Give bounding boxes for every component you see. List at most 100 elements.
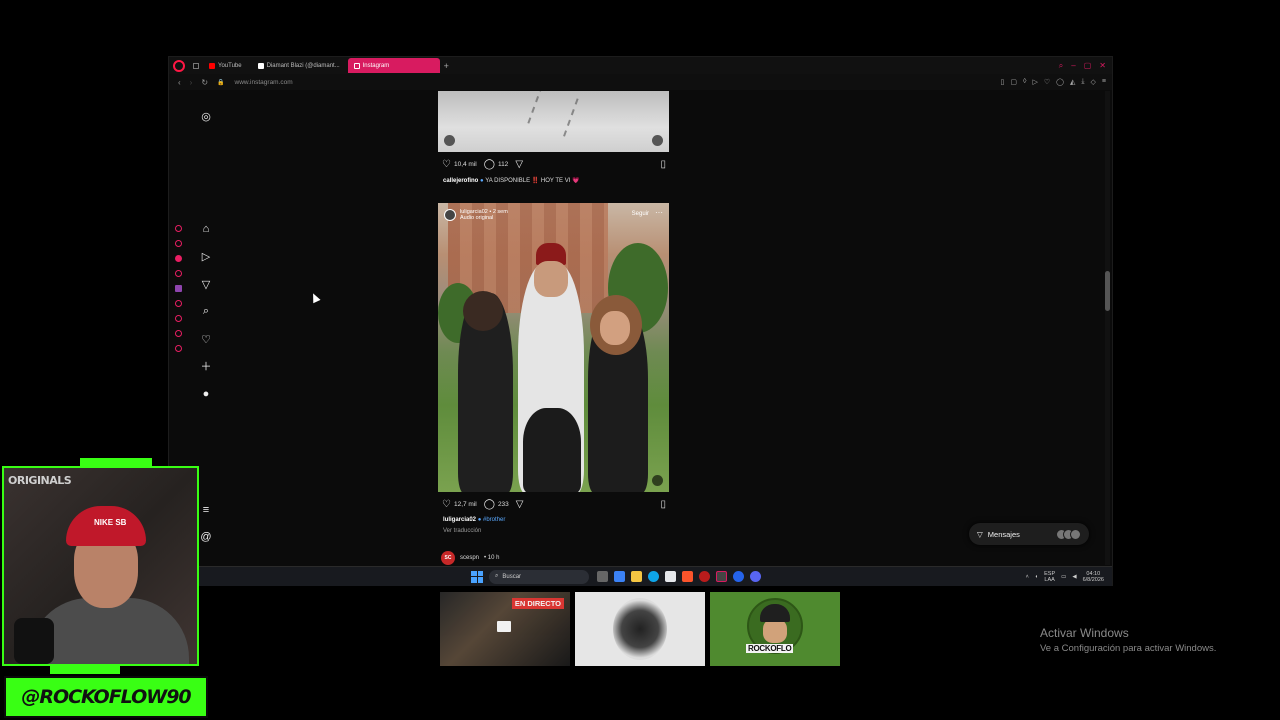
post-username[interactable]: callejerofino xyxy=(443,178,478,184)
more-options-icon[interactable]: ··· xyxy=(655,208,663,217)
forward-icon[interactable]: › xyxy=(190,78,193,87)
wallet-icon[interactable]: ◭ xyxy=(1070,78,1075,86)
post-actions: ♡ 12,7 mil ◯ 233 ▽ ▯ xyxy=(442,498,666,510)
opera-icon[interactable] xyxy=(699,571,710,582)
shield-icon[interactable]: ◊ xyxy=(1023,78,1026,86)
url-field[interactable]: www.instagram.com xyxy=(235,79,293,86)
sidebar-instagram-icon[interactable] xyxy=(174,270,182,277)
avatar[interactable]: SC xyxy=(441,551,455,565)
tab-youtube[interactable]: YouTube xyxy=(203,58,248,73)
follow-button[interactable]: Seguir xyxy=(632,211,649,217)
opera-sidebar xyxy=(171,225,185,352)
sidebar-history-icon[interactable] xyxy=(174,300,182,307)
menu-icon[interactable]: ≡ xyxy=(1102,78,1106,86)
instagram-logo-icon[interactable]: ◎ xyxy=(199,109,213,123)
live-card[interactable]: EN DIRECTO xyxy=(440,592,570,666)
maximize-button[interactable]: ▢ xyxy=(1084,61,1092,71)
reel-audio[interactable]: Audio original xyxy=(460,215,508,221)
heart-icon[interactable]: ♡ xyxy=(1044,78,1050,86)
hashtag-link[interactable]: #brother xyxy=(483,517,505,523)
start-button[interactable] xyxy=(471,570,483,583)
tab-tiktok[interactable]: Diamant Blazi (@diamant... xyxy=(252,58,344,73)
brand-card[interactable]: ROCKOFLO xyxy=(710,592,840,666)
share-icon[interactable]: ▽ xyxy=(515,159,523,170)
discord-icon[interactable] xyxy=(750,571,761,582)
chat-icon[interactable]: ◯ xyxy=(1056,78,1064,86)
back-icon[interactable]: ‹ xyxy=(178,78,181,87)
screen-icon xyxy=(497,621,511,632)
widgets-icon[interactable] xyxy=(614,571,625,582)
opera-logo-icon[interactable] xyxy=(173,59,185,72)
sidebar-whatsapp-icon[interactable] xyxy=(174,255,182,262)
search-icon[interactable]: ⌕ xyxy=(199,304,213,318)
comment-count: 112 xyxy=(497,160,509,168)
messages-button[interactable]: ▽ Mensajes xyxy=(969,523,1089,545)
activate-windows-watermark: Activar Windows Ve a Configuración para … xyxy=(1040,626,1216,654)
sidebar-extensions-icon[interactable] xyxy=(174,330,182,337)
sidebar-twitch-icon[interactable] xyxy=(174,285,182,292)
youtube-icon xyxy=(209,62,215,69)
tiktok-icon xyxy=(257,62,264,69)
mute-icon[interactable] xyxy=(652,135,663,146)
logo-card[interactable] xyxy=(575,592,705,666)
notifications-heart-icon[interactable]: ♡ xyxy=(199,332,213,346)
language-indicator[interactable]: ESP LAA xyxy=(1044,571,1055,583)
sidebar-messenger-icon[interactable] xyxy=(174,240,182,247)
reload-icon[interactable]: ↻ xyxy=(201,78,208,87)
volume-icon[interactable]: ◀ xyxy=(1072,574,1076,580)
clock[interactable]: 04:10 6/8/2026 xyxy=(1083,571,1104,583)
post-username[interactable]: luligarcia02 xyxy=(443,517,476,523)
like-icon[interactable]: ♡ xyxy=(442,159,451,170)
tab-islands-icon[interactable] xyxy=(193,62,199,69)
bookmark-icon[interactable]: ▯ xyxy=(1001,78,1005,86)
mute-icon[interactable] xyxy=(652,475,663,486)
avatar[interactable] xyxy=(444,209,456,221)
ai-icon[interactable]: ◇ xyxy=(1091,78,1096,86)
save-icon[interactable]: ▯ xyxy=(660,159,666,170)
download-icon[interactable]: ⤓ xyxy=(1081,78,1084,86)
save-icon[interactable]: ▯ xyxy=(660,499,666,510)
network-icon[interactable]: ▭ xyxy=(1061,574,1066,580)
chrome-icon[interactable] xyxy=(733,571,744,582)
edge-icon[interactable] xyxy=(648,571,659,582)
comment-icon[interactable]: ◯ xyxy=(484,499,495,510)
brave-icon[interactable] xyxy=(682,571,693,582)
mic-icon[interactable]: ◖ xyxy=(1035,574,1038,580)
snapshot-icon[interactable]: ▢ xyxy=(1010,78,1017,86)
home-icon[interactable]: ⌂ xyxy=(199,222,213,236)
create-icon[interactable]: ＋ xyxy=(199,359,213,373)
file-explorer-icon[interactable] xyxy=(631,571,642,582)
direct-icon[interactable]: ▽ xyxy=(199,277,213,291)
chevron-up-icon[interactable]: ˄ xyxy=(1026,574,1029,580)
search-tabs-icon[interactable]: ⌕ xyxy=(1059,61,1063,71)
threads-icon[interactable]: @ xyxy=(199,530,213,544)
scrollbar-thumb[interactable] xyxy=(1105,271,1110,311)
post-time: • 10 h xyxy=(484,555,500,561)
obs-icon[interactable] xyxy=(716,571,727,582)
reel-video[interactable]: luligarcia02 • 2 sem Audio original Segu… xyxy=(438,203,669,492)
share-icon[interactable]: ▽ xyxy=(516,499,524,510)
post-image[interactable] xyxy=(438,91,669,152)
see-translation-link[interactable]: Ver traducción xyxy=(443,528,481,534)
window-controls: ⌕ – ▢ ✕ xyxy=(1059,61,1106,71)
sidebar-clock-icon[interactable] xyxy=(174,315,182,322)
play-icon[interactable]: ▷ xyxy=(1033,78,1038,86)
new-tab-button[interactable]: + xyxy=(444,61,449,71)
more-menu-icon[interactable]: ≡ xyxy=(199,503,213,517)
sidebar-settings-icon[interactable] xyxy=(174,345,182,352)
sidebar-aria-icon[interactable] xyxy=(174,225,182,232)
taskbar-search[interactable]: ⌕ Buscar xyxy=(489,569,589,584)
post-username[interactable]: scespn xyxy=(460,555,479,561)
comment-icon[interactable]: ◯ xyxy=(484,159,495,170)
reels-icon[interactable]: ▷ xyxy=(199,249,213,263)
minimize-button[interactable]: – xyxy=(1071,61,1075,71)
scrollbar[interactable] xyxy=(1105,91,1110,565)
like-icon[interactable]: ♡ xyxy=(442,499,451,510)
tagged-user-icon[interactable] xyxy=(444,135,455,146)
feed[interactable]: ♡ 10,4 mil ◯ 112 ▽ ▯ callejerofino ● YA … xyxy=(437,91,671,565)
profile-icon[interactable]: ● xyxy=(199,387,213,401)
tab-instagram[interactable]: Instagram xyxy=(347,58,440,73)
task-view-icon[interactable] xyxy=(597,571,608,582)
store-icon[interactable] xyxy=(665,571,676,582)
close-button[interactable]: ✕ xyxy=(1099,61,1106,71)
